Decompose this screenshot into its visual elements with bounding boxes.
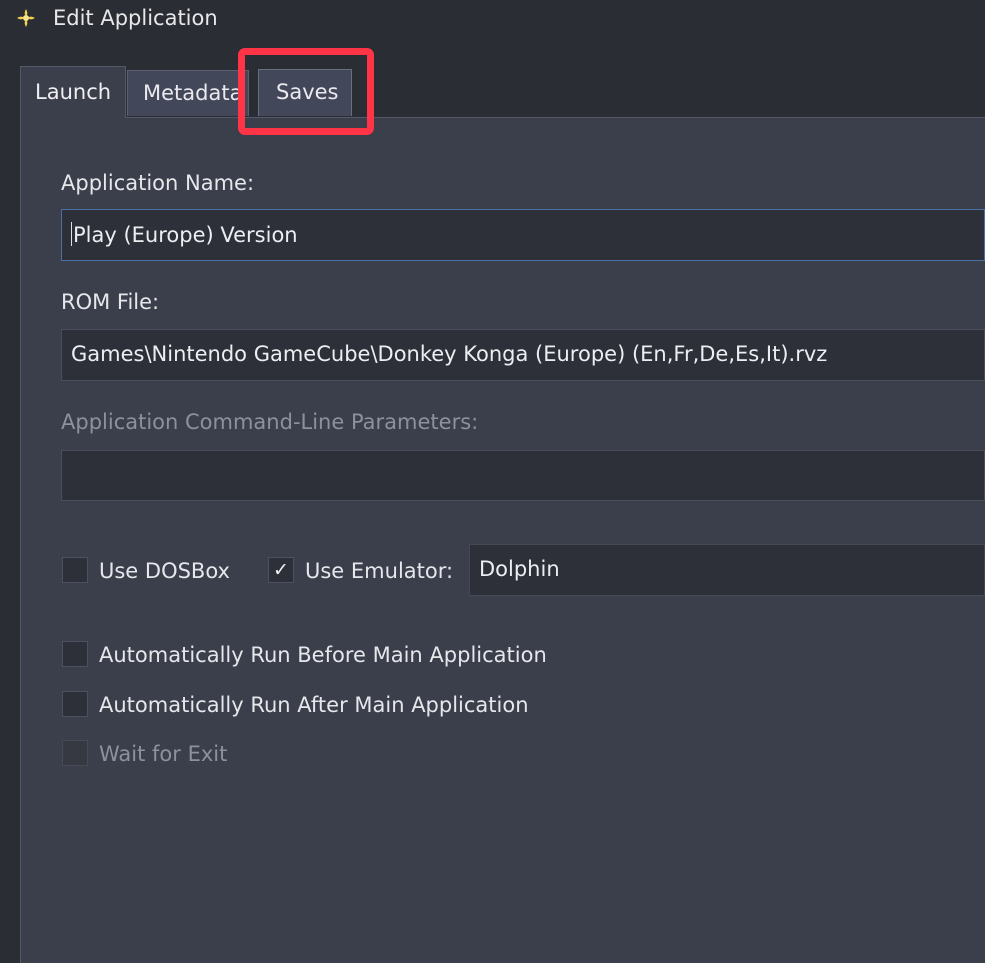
app-name-label: Application Name: — [61, 171, 255, 195]
app-name-input[interactable]: Play (Europe) Version — [61, 209, 985, 261]
wait-exit-label: Wait for Exit — [99, 742, 228, 766]
run-after-checkbox[interactable] — [62, 691, 88, 717]
run-after-label[interactable]: Automatically Run After Main Application — [99, 693, 529, 717]
use-emulator-label[interactable]: Use Emulator: — [305, 559, 453, 583]
checkmark-icon: ✓ — [273, 559, 289, 581]
tab-metadata[interactable]: Metadata — [127, 70, 249, 116]
run-before-checkbox[interactable] — [62, 641, 88, 667]
rom-file-label: ROM File: — [61, 290, 160, 314]
use-emulator-checkbox[interactable]: ✓ — [268, 557, 294, 583]
cmd-params-input[interactable] — [61, 450, 985, 501]
rom-file-input[interactable]: Games\Nintendo GameCube\Donkey Konga (Eu… — [61, 329, 985, 381]
title-bar: Edit Application — [0, 0, 985, 40]
window-title: Edit Application — [53, 6, 218, 30]
tab-launch[interactable]: Launch — [20, 66, 126, 118]
run-before-label[interactable]: Automatically Run Before Main Applicatio… — [99, 643, 547, 667]
wait-exit-checkbox — [62, 740, 88, 766]
use-dosbox-label[interactable]: Use DOSBox — [99, 559, 230, 583]
text-caret — [71, 222, 72, 246]
saves-tab-highlight — [238, 48, 374, 135]
app-name-value: Play (Europe) Version — [73, 223, 298, 247]
window-edge — [0, 40, 20, 963]
cmd-params-label: Application Command-Line Parameters: — [61, 410, 479, 434]
emulator-select[interactable]: Dolphin — [469, 544, 985, 596]
app-logo-icon — [17, 9, 35, 27]
use-dosbox-checkbox[interactable] — [62, 557, 88, 583]
